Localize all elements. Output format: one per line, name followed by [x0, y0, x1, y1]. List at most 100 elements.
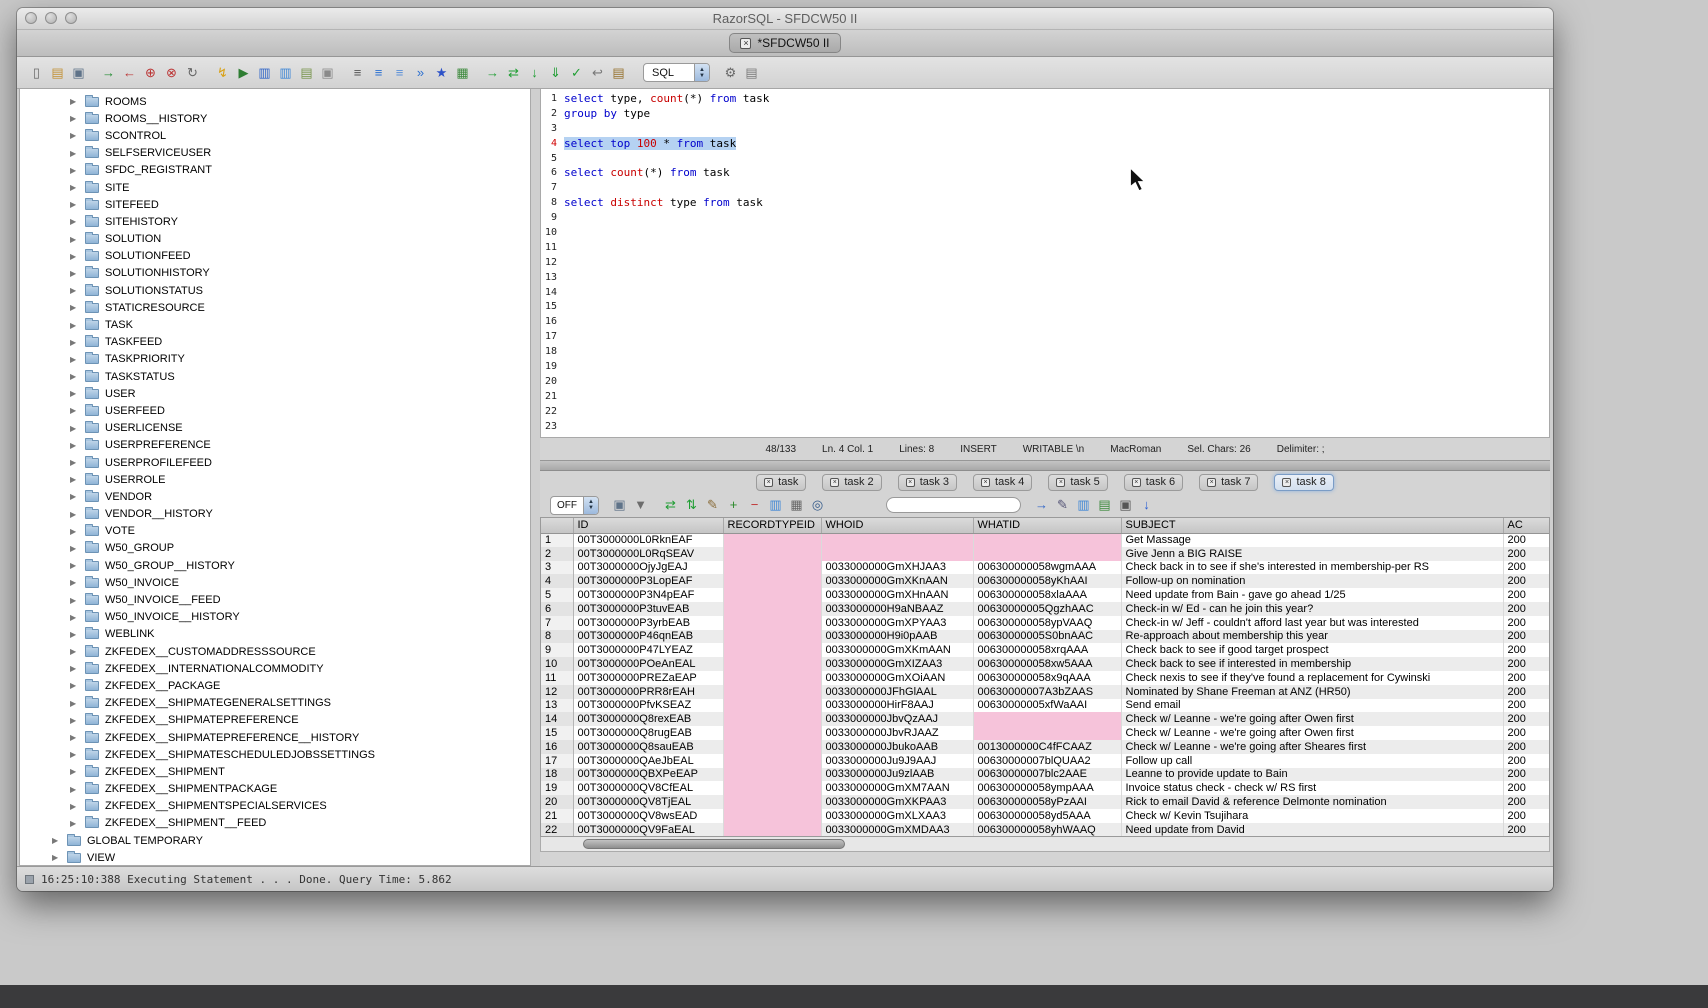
cell-id[interactable]: 00T3000000P47LYEAZ: [573, 643, 723, 657]
go-icon[interactable]: →: [483, 63, 502, 83]
results-tab[interactable]: ×task 7: [1199, 474, 1258, 491]
tree-item[interactable]: ▶ZKFEDEX__SHIPMENTSPECIALSERVICES: [20, 798, 530, 815]
cell-ac[interactable]: 200: [1503, 630, 1550, 644]
row-number[interactable]: 5: [541, 588, 573, 602]
cell-whoid[interactable]: 0033000000JFhGlAAL: [821, 685, 973, 699]
disclosure-triangle-icon[interactable]: ▶: [70, 372, 85, 381]
cell-recordtypeid[interactable]: [723, 768, 821, 782]
tree-item[interactable]: ▶W50_GROUP: [20, 540, 530, 557]
tree-item[interactable]: ▶SOLUTIONSTATUS: [20, 282, 530, 299]
cell-subject[interactable]: Check-in w/ Ed - can he join this year?: [1121, 602, 1503, 616]
disclosure-triangle-icon[interactable]: ▶: [70, 750, 85, 759]
tree-item[interactable]: ▶ZKFEDEX__SHIPMATEPREFERENCE: [20, 712, 530, 729]
cell-whatid[interactable]: 006300000058ypVAAQ: [973, 616, 1121, 630]
disclosure-triangle-icon[interactable]: ▶: [70, 200, 85, 209]
editor-line[interactable]: [564, 315, 769, 330]
disclosure-triangle-icon[interactable]: ▶: [70, 630, 85, 639]
cell-whoid[interactable]: 0033000000GmXKnAAN: [821, 574, 973, 588]
tab-close-icon[interactable]: ×: [906, 478, 915, 487]
disclosure-triangle-icon[interactable]: ▶: [70, 613, 85, 622]
row-number[interactable]: 11: [541, 671, 573, 685]
cell-subject[interactable]: Check w/ Leanne - we're going after Owen…: [1121, 712, 1503, 726]
row-number[interactable]: 4: [541, 574, 573, 588]
row-number[interactable]: 13: [541, 699, 573, 713]
tree-item[interactable]: ▶W50_INVOICE__FEED: [20, 591, 530, 608]
cell-id[interactable]: 00T3000000QV8wsEAD: [573, 809, 723, 823]
tree-item[interactable]: ▶WEBLINK: [20, 626, 530, 643]
cell-recordtypeid[interactable]: [723, 823, 821, 837]
tree-item[interactable]: ▶TASKSTATUS: [20, 368, 530, 385]
cell-whoid[interactable]: 0033000000GmXHJAA3: [821, 561, 973, 575]
sql-code-area[interactable]: select type, count(*) from taskgroup by …: [560, 89, 769, 437]
tree-item[interactable]: ▶ROOMS__HISTORY: [20, 110, 530, 127]
close-window-button[interactable]: [25, 12, 37, 24]
cell-whatid[interactable]: [973, 712, 1121, 726]
disclosure-triangle-icon[interactable]: ▶: [70, 699, 85, 708]
cell-subject[interactable]: Re-approach about membership this year: [1121, 630, 1503, 644]
tree-item[interactable]: ▶USERLICENSE: [20, 420, 530, 437]
disclosure-triangle-icon[interactable]: ▶: [70, 492, 85, 501]
editor-line[interactable]: [564, 360, 769, 375]
tree-item[interactable]: ▶ZKFEDEX__INTERNATIONALCOMMODITY: [20, 660, 530, 677]
tree-item[interactable]: ▶ZKFEDEX__SHIPMATESCHEDULEDJOBSSETTINGS: [20, 746, 530, 763]
zoom-window-button[interactable]: [65, 12, 77, 24]
results-tab[interactable]: ×task 8: [1274, 474, 1333, 491]
cell-id[interactable]: 00T3000000P3LopEAF: [573, 574, 723, 588]
cell-whatid[interactable]: 00630000007blc2AAE: [973, 768, 1121, 782]
row-number[interactable]: 20: [541, 795, 573, 809]
column-header-recordtypeid[interactable]: RECORDTYPEID: [723, 518, 821, 533]
cell-recordtypeid[interactable]: [723, 616, 821, 630]
cell-recordtypeid[interactable]: [723, 588, 821, 602]
cell-id[interactable]: 00T3000000Q8sauEAB: [573, 740, 723, 754]
tree-item[interactable]: ▶USERPREFERENCE: [20, 437, 530, 454]
cell-whatid[interactable]: 00630000007A3bZAAS: [973, 685, 1121, 699]
cell-recordtypeid[interactable]: [723, 795, 821, 809]
column-header-whatid[interactable]: WHATID: [973, 518, 1121, 533]
editor-line[interactable]: [564, 226, 769, 241]
cell-whatid[interactable]: [973, 547, 1121, 561]
cell-recordtypeid[interactable]: [723, 643, 821, 657]
disclosure-triangle-icon[interactable]: ▶: [70, 578, 85, 587]
editor-line[interactable]: [564, 345, 769, 360]
results-tab[interactable]: ×task 2: [822, 474, 881, 491]
cell-recordtypeid[interactable]: [723, 754, 821, 768]
cell-whatid[interactable]: 006300000058yPzAAI: [973, 795, 1121, 809]
copy-rows-icon[interactable]: ▥: [766, 495, 785, 515]
cell-ac[interactable]: 200: [1503, 754, 1550, 768]
disclosure-triangle-icon[interactable]: ▶: [70, 114, 85, 123]
cell-id[interactable]: 00T3000000QV8TjEAL: [573, 795, 723, 809]
tools-icon[interactable]: ⚙: [721, 63, 740, 83]
disclosure-triangle-icon[interactable]: ▶: [52, 853, 67, 862]
editor-line[interactable]: [564, 271, 769, 286]
cell-subject[interactable]: Check w/ Kevin Tsujihara: [1121, 809, 1503, 823]
cell-whatid[interactable]: 006300000058wgmAAA: [973, 561, 1121, 575]
row-number[interactable]: 12: [541, 685, 573, 699]
cell-whatid[interactable]: 00630000005xfWaAAI: [973, 699, 1121, 713]
title-bar[interactable]: RazorSQL - SFDCW50 II: [17, 8, 1553, 30]
tree-item[interactable]: ▶VENDOR__HISTORY: [20, 506, 530, 523]
copy-icon[interactable]: ▥: [276, 63, 295, 83]
cell-whatid[interactable]: 006300000058ympAAA: [973, 781, 1121, 795]
tree-item[interactable]: ▶ZKFEDEX__PACKAGE: [20, 677, 530, 694]
row-count-icon[interactable]: ▤: [742, 63, 761, 83]
cell-subject[interactable]: Check-in w/ Jeff - couldn't afford last …: [1121, 616, 1503, 630]
cell-recordtypeid[interactable]: [723, 671, 821, 685]
cell-whoid[interactable]: 0033000000GmXHnAAN: [821, 588, 973, 602]
cell-subject[interactable]: Need update from Bain - gave go ahead 1/…: [1121, 588, 1503, 602]
cell-recordtypeid[interactable]: [723, 781, 821, 795]
cell-ac[interactable]: 200: [1503, 685, 1550, 699]
cell-ac[interactable]: 200: [1503, 726, 1550, 740]
disclosure-triangle-icon[interactable]: ▶: [70, 510, 85, 519]
tree-item[interactable]: ▶TASKFEED: [20, 334, 530, 351]
disclosure-triangle-icon[interactable]: ▶: [70, 647, 85, 656]
cell-ac[interactable]: 200: [1503, 823, 1550, 837]
tree-item[interactable]: ▶USER: [20, 385, 530, 402]
cell-id[interactable]: 00T3000000P46qnEAB: [573, 630, 723, 644]
cell-ac[interactable]: 200: [1503, 712, 1550, 726]
cell-id[interactable]: 00T3000000PfvKSEAZ: [573, 699, 723, 713]
tree-item[interactable]: ▶USERROLE: [20, 471, 530, 488]
cell-subject[interactable]: Need update from David: [1121, 823, 1503, 837]
execute-sql-icon[interactable]: ↯: [213, 63, 232, 83]
disclosure-triangle-icon[interactable]: ▶: [70, 527, 85, 536]
tree-item[interactable]: ▶ROOMS: [20, 93, 530, 110]
